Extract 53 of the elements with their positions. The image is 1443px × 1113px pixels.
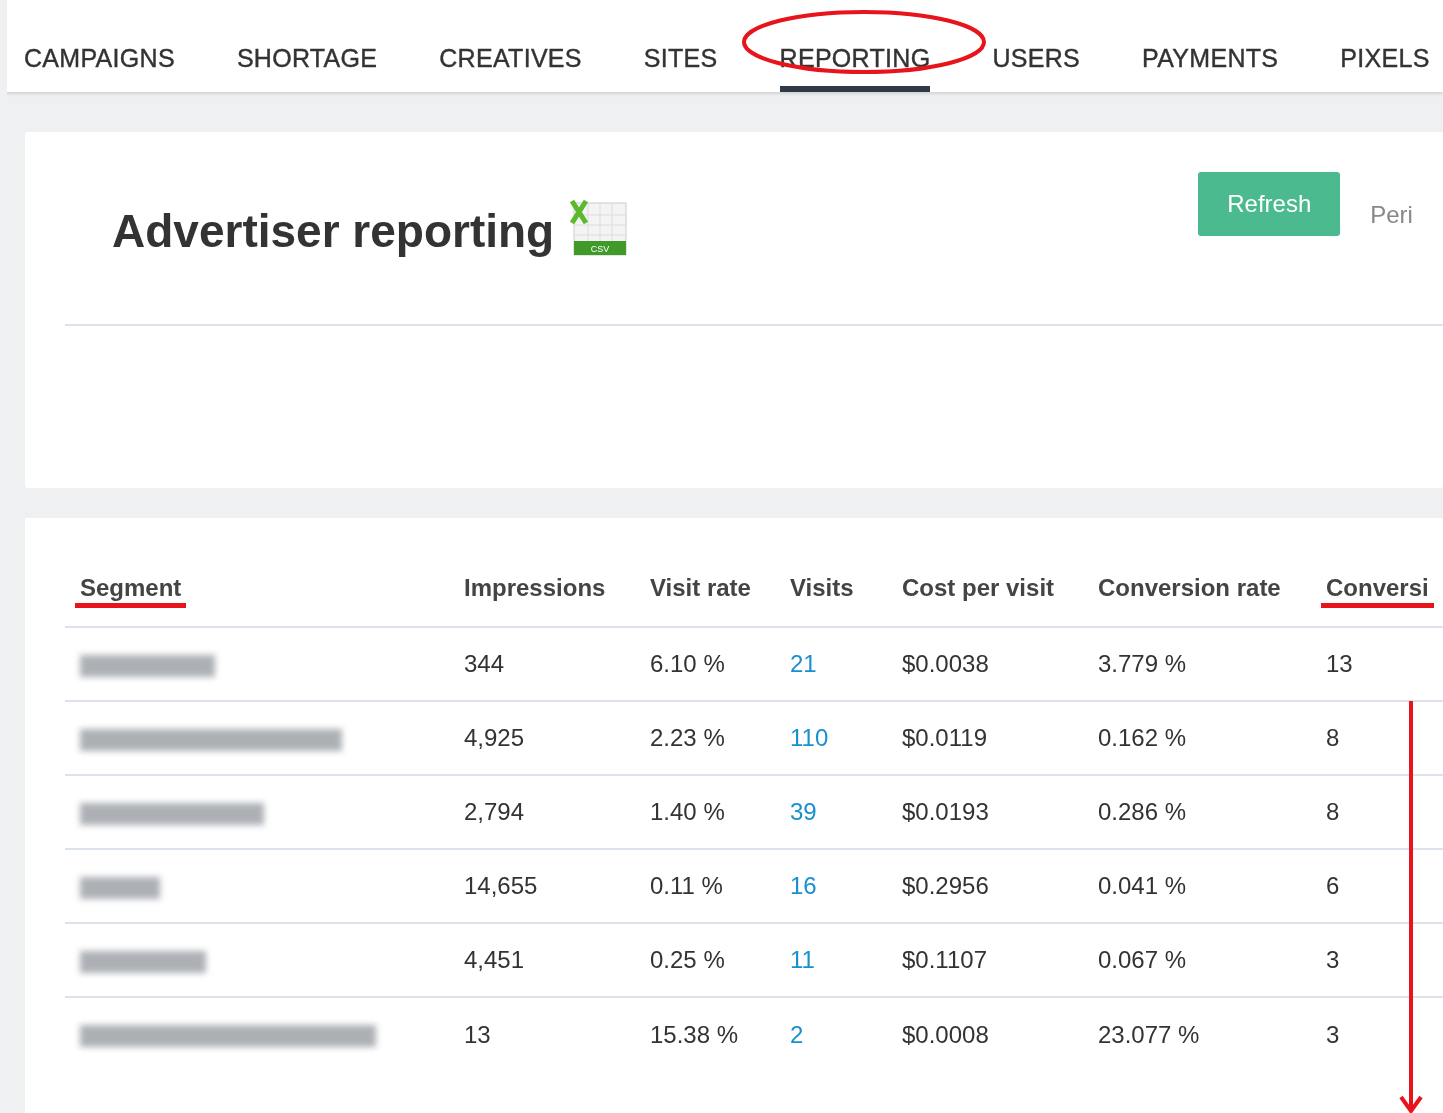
table-cell: 4,925 [464,724,525,751]
table-cell: 0.25 % [650,946,725,973]
column-header[interactable]: Segment [75,573,187,608]
nav-tab[interactable]: CAMPAIGNS [24,0,175,92]
table-cell: 6 [1326,872,1340,899]
table-cell: 23.077 % [1098,1020,1200,1048]
table-cell: $0.0119 [902,724,987,751]
page-title: Advertiser reporting [112,204,555,259]
visits-link[interactable]: 39 [790,798,817,825]
table-cell: 8 [1326,798,1340,825]
visits-link[interactable]: 11 [790,946,815,973]
period-label: Peri [1370,200,1413,230]
table-cell: $0.0008 [902,1020,989,1048]
table-cell: 3 [1326,1020,1340,1048]
nav-tab[interactable]: PAYMENTS [1142,0,1279,92]
table-cell: $0.2956 [902,872,989,899]
column-header[interactable]: Conversi [1321,573,1434,608]
table-cell: 1.40 % [650,798,725,825]
table-cell: 13 [1326,650,1353,677]
table-cell: 6.10 % [650,650,725,677]
table-cell: 0.162 % [1098,724,1187,751]
table-cell: 0.041 % [1098,872,1187,899]
table-cell: 0.286 % [1098,798,1187,825]
table-cell: 15.38 % [650,1020,739,1048]
nav-tab[interactable]: CREATIVES [439,0,582,92]
table-cell: 3 [1326,946,1340,973]
column-header[interactable]: Visit rate [650,566,751,610]
table-cell: $0.0038 [902,650,989,677]
nav-tab[interactable]: SITES [643,0,718,92]
visits-link[interactable]: 2 [790,1020,804,1048]
table-cell: 2.23 % [650,724,725,751]
column-header[interactable]: Visits [790,566,854,610]
table-cell: $0.1107 [902,946,987,973]
table-cell: 0.067 % [1098,946,1187,973]
table-cell: 0.11 % [650,872,723,899]
column-header[interactable]: Conversion rate [1098,566,1281,610]
table-cell: 14,655 [464,872,538,899]
table-cell: 13 [464,1020,491,1048]
column-header[interactable]: Impressions [464,566,606,610]
nav-tab[interactable]: USERS [992,0,1081,92]
nav-tab[interactable]: REPORTING [779,0,931,92]
table-cell: 2,794 [464,798,525,825]
visits-link[interactable]: 16 [790,872,817,899]
table-cell: 3.779 % [1098,650,1187,677]
table-cell: 8 [1326,724,1340,751]
table-cell: 344 [464,650,505,677]
visits-link[interactable]: 21 [790,650,817,677]
visits-link[interactable]: 110 [790,724,829,751]
table-cell: 4,451 [464,946,525,973]
column-header[interactable]: Cost per visit [902,566,1055,610]
nav-tab[interactable]: SHORTAGE [236,0,378,92]
table-cell: $0.0193 [902,798,989,825]
nav-tab[interactable]: PIXELS [1340,0,1430,92]
